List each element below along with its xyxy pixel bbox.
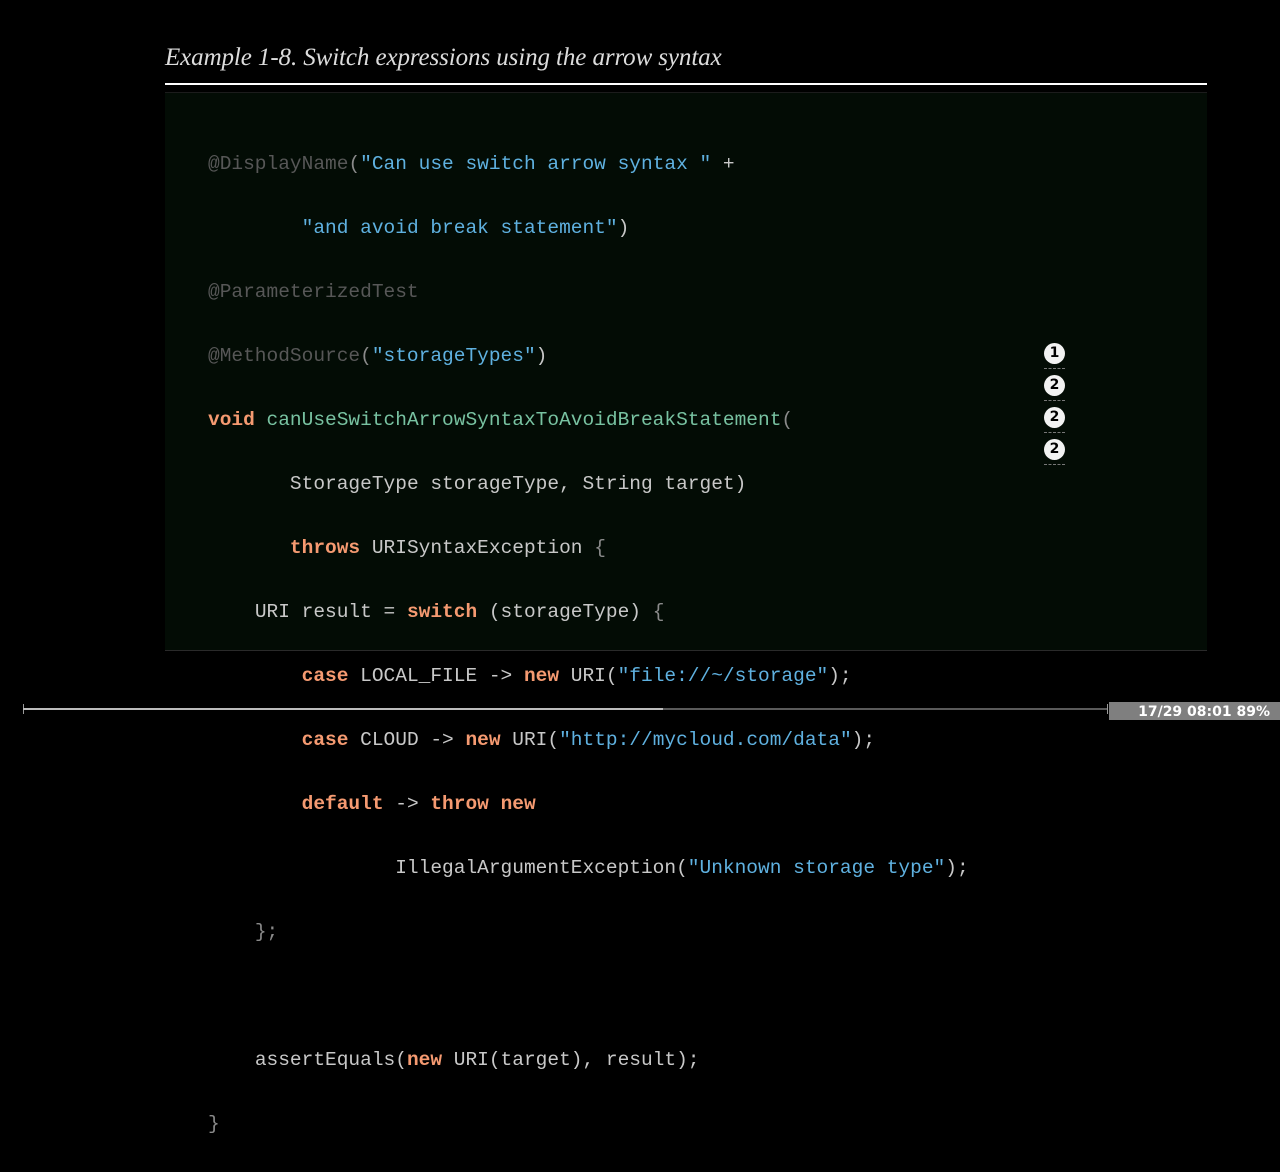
code-line-8: URI result = switch (storageType) { bbox=[208, 596, 969, 628]
keyword-token: new bbox=[406, 1049, 443, 1071]
slide-progress-bar[interactable] bbox=[23, 708, 1107, 710]
punct-token: ( bbox=[781, 409, 794, 431]
keyword-token: new bbox=[523, 665, 560, 687]
punct-token: { bbox=[594, 537, 606, 559]
plain-token: URI(target), result); bbox=[442, 1049, 700, 1071]
code-line-3: @ParameterizedTest bbox=[208, 276, 969, 308]
punct-token: }; bbox=[254, 921, 279, 943]
string-token: "and avoid break statement" bbox=[301, 217, 618, 239]
plain-token: + bbox=[711, 153, 735, 175]
string-token: "http://mycloud.com/data" bbox=[559, 729, 852, 751]
plain-token: ); bbox=[945, 857, 969, 879]
plain-token: URI result = bbox=[254, 601, 407, 623]
code-line-13: }; bbox=[208, 916, 969, 948]
plain-token: URI( bbox=[500, 729, 560, 751]
plain-token: assertEquals( bbox=[254, 1049, 407, 1071]
plain-token: URISyntaxException bbox=[360, 537, 595, 559]
plain-token: StorageType storageType, String target) bbox=[289, 473, 747, 495]
callout-marker: 1 bbox=[1044, 343, 1065, 369]
keyword-token: new bbox=[465, 729, 501, 751]
code-listing: @DisplayName("Can use switch arrow synta… bbox=[208, 116, 969, 1172]
progress-end-tick bbox=[1107, 704, 1108, 714]
string-token: "file://~/storage" bbox=[617, 665, 829, 687]
code-line-4: @MethodSource("storageTypes") bbox=[208, 340, 969, 372]
plain-token: ); bbox=[851, 729, 876, 751]
slide-progress-fill bbox=[23, 708, 663, 710]
code-line-16: } bbox=[208, 1108, 969, 1140]
punct-token: { bbox=[652, 601, 665, 623]
keyword-token: void bbox=[208, 409, 255, 431]
code-line-15: assertEquals(new URI(target), result); bbox=[208, 1044, 969, 1076]
keyword-token: throws bbox=[289, 537, 361, 559]
plain-token: URI( bbox=[559, 665, 618, 687]
annotation-token: @ParameterizedTest bbox=[208, 281, 419, 303]
code-line-2: "and avoid break statement") bbox=[208, 212, 969, 244]
keyword-token: default bbox=[301, 793, 384, 815]
code-line-11: default -> throw new bbox=[208, 788, 969, 820]
code-line-9: case LOCAL_FILE -> new URI("file://~/sto… bbox=[208, 660, 969, 692]
code-line-7: throws URISyntaxException { bbox=[208, 532, 969, 564]
punct-token: ( bbox=[360, 345, 372, 367]
code-line-10: case CLOUD -> new URI("http://mycloud.co… bbox=[208, 724, 969, 756]
code-line-5: void canUseSwitchArrowSyntaxToAvoidBreak… bbox=[208, 404, 969, 436]
plain-token: ) bbox=[535, 345, 548, 367]
string-token: "Unknown storage type" bbox=[687, 857, 946, 879]
method-name-token: canUseSwitchArrowSyntaxToAvoidBreakState… bbox=[266, 409, 782, 431]
annotation-token: @DisplayName bbox=[208, 153, 349, 175]
plain-token: -> bbox=[383, 793, 431, 815]
string-token: "storageTypes" bbox=[371, 345, 536, 367]
callout-marker: 2 bbox=[1044, 407, 1065, 433]
plain-token: ); bbox=[828, 665, 852, 687]
keyword-token: new bbox=[500, 793, 536, 815]
code-line-6: StorageType storageType, String target) bbox=[208, 468, 969, 500]
plain-token: LOCAL_FILE -> bbox=[348, 665, 524, 687]
plain-token: IllegalArgumentException( bbox=[395, 857, 688, 879]
keyword-token: throw bbox=[430, 793, 489, 815]
keyword-token: switch bbox=[406, 601, 478, 623]
caption-rule bbox=[165, 83, 1207, 85]
punct-token: } bbox=[208, 1113, 220, 1135]
annotation-token: @MethodSource bbox=[208, 345, 361, 367]
callout-marker: 2 bbox=[1044, 439, 1065, 465]
presentation-status-bar bbox=[0, 702, 1280, 720]
plain-token: ) bbox=[617, 217, 630, 239]
keyword-token: case bbox=[301, 665, 349, 687]
code-line-12: IllegalArgumentException("Unknown storag… bbox=[208, 852, 969, 884]
callout-marker: 2 bbox=[1044, 375, 1065, 401]
example-caption: Example 1-8. Switch expressions using th… bbox=[165, 44, 722, 71]
slide-status-readout: 17/29 08:01 89% bbox=[1109, 702, 1280, 720]
string-token: "Can use switch arrow syntax " bbox=[360, 153, 712, 175]
code-line-1: @DisplayName("Can use switch arrow synta… bbox=[208, 148, 969, 180]
keyword-token: case bbox=[301, 729, 349, 751]
plain-token: CLOUD -> bbox=[348, 729, 466, 751]
plain-token: (storageType) bbox=[477, 601, 653, 623]
punct-token: ( bbox=[348, 153, 361, 175]
